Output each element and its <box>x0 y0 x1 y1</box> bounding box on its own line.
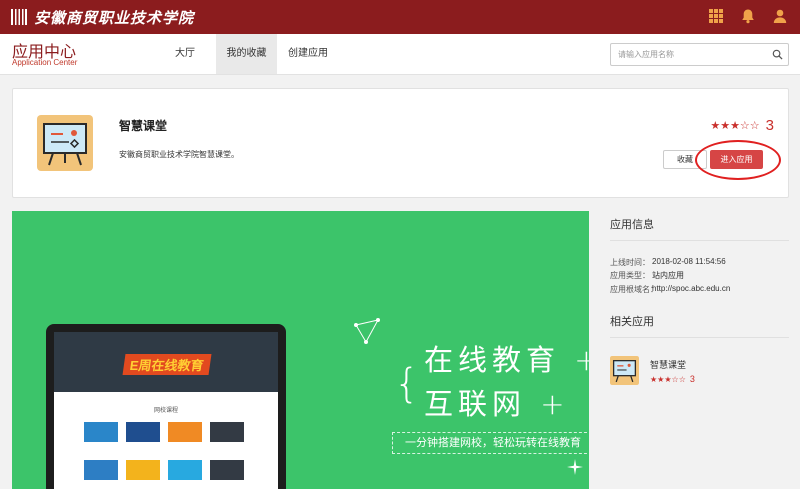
search-icon[interactable] <box>772 49 783 60</box>
info-label-app-type: 应用类型： <box>610 271 650 280</box>
related-apps-heading: 相关应用 <box>610 316 654 328</box>
tab-create-app[interactable]: 创建应用 <box>279 34 337 74</box>
screen-subtitle: 网校课程 <box>153 408 178 414</box>
course-thumbnail <box>210 460 244 480</box>
app-rating: ★★★☆☆ 3 <box>710 117 774 134</box>
star-decoration <box>567 459 583 475</box>
banner-headline-line2: 互联网 + <box>424 387 570 421</box>
info-value-launch-time: 2018-02-08 11:54:56 <box>652 257 726 266</box>
brace-decoration: { <box>394 361 420 407</box>
screen-hero: E周在线教育 <box>54 332 278 392</box>
course-thumbnail <box>210 422 244 442</box>
course-thumbnail <box>84 460 118 480</box>
app-description: 安徽商贸职业技术学院智慧课堂。 <box>119 150 239 159</box>
info-label-root-domain: 应用根域名： <box>610 285 658 294</box>
app-detail-card: 智慧课堂 安徽商贸职业技术学院智慧课堂。 ★★★☆☆ 3 收藏 进入应用 <box>12 88 789 198</box>
school-emblem-icon <box>11 9 27 25</box>
app-info-heading: 应用信息 <box>610 219 654 231</box>
search-box <box>610 43 789 66</box>
monitor-screen: E周在线教育 网校课程 <box>54 332 278 489</box>
tab-hall[interactable]: 大厅 <box>160 34 210 74</box>
divider <box>610 337 789 338</box>
app-banner-image: E周在线教育 网校课程 { 在线教育 + 互联网 + 一分钟搭建网校，轻松玩转在… <box>12 211 589 489</box>
course-thumbnail <box>84 422 118 442</box>
divider <box>610 240 789 241</box>
tab-my-favorites[interactable]: 我的收藏 <box>216 34 277 74</box>
course-thumbnail <box>168 460 202 480</box>
school-logo[interactable]: 安徽商贸职业技术学院 <box>10 6 194 28</box>
course-thumbnail <box>168 422 202 442</box>
top-icon-group <box>708 8 788 24</box>
monitor-illustration: E周在线教育 网校课程 <box>46 324 286 489</box>
screen-hero-text: E周在线教育 <box>122 354 212 375</box>
course-thumbnail <box>126 460 160 480</box>
banner-tagline: 一分钟搭建网校，轻松玩转在线教育 <box>392 432 589 454</box>
bell-icon[interactable] <box>740 8 756 24</box>
user-icon[interactable] <box>772 8 788 24</box>
favorite-button[interactable]: 收藏 <box>663 150 707 169</box>
related-app-rating: ★★★☆☆ 3 <box>650 374 695 384</box>
triangle-decoration <box>354 318 380 344</box>
presentation-board-icon[interactable] <box>610 356 639 385</box>
rating-value: 3 <box>765 117 774 134</box>
top-header-bar: 安徽商贸职业技术学院 <box>0 0 800 34</box>
presentation-board-icon <box>37 115 93 171</box>
info-value-app-type: 站内应用 <box>652 271 684 280</box>
app-name: 智慧课堂 <box>119 119 168 133</box>
grid-icon[interactable] <box>708 8 724 24</box>
info-value-root-domain: http://spoc.abc.edu.cn <box>652 284 731 293</box>
info-label-launch-time: 上线时间： <box>610 258 650 267</box>
course-thumbnail <box>126 422 160 442</box>
rating-stars: ★★★☆☆ <box>710 119 760 132</box>
search-input[interactable] <box>611 44 766 65</box>
related-rating-value: 3 <box>689 374 695 384</box>
enter-app-button[interactable]: 进入应用 <box>710 150 763 169</box>
related-app-name[interactable]: 智慧课堂 <box>650 358 686 371</box>
related-rating-stars: ★★★☆☆ <box>650 374 686 384</box>
app-center-subtitle: Application Center <box>12 58 78 67</box>
school-name: 安徽商贸职业技术学院 <box>34 8 195 27</box>
banner-headline-line1: 在线教育 + <box>424 343 589 377</box>
nav-bar: 应用中心 Application Center 大厅 我的收藏 创建应用 <box>0 34 800 75</box>
